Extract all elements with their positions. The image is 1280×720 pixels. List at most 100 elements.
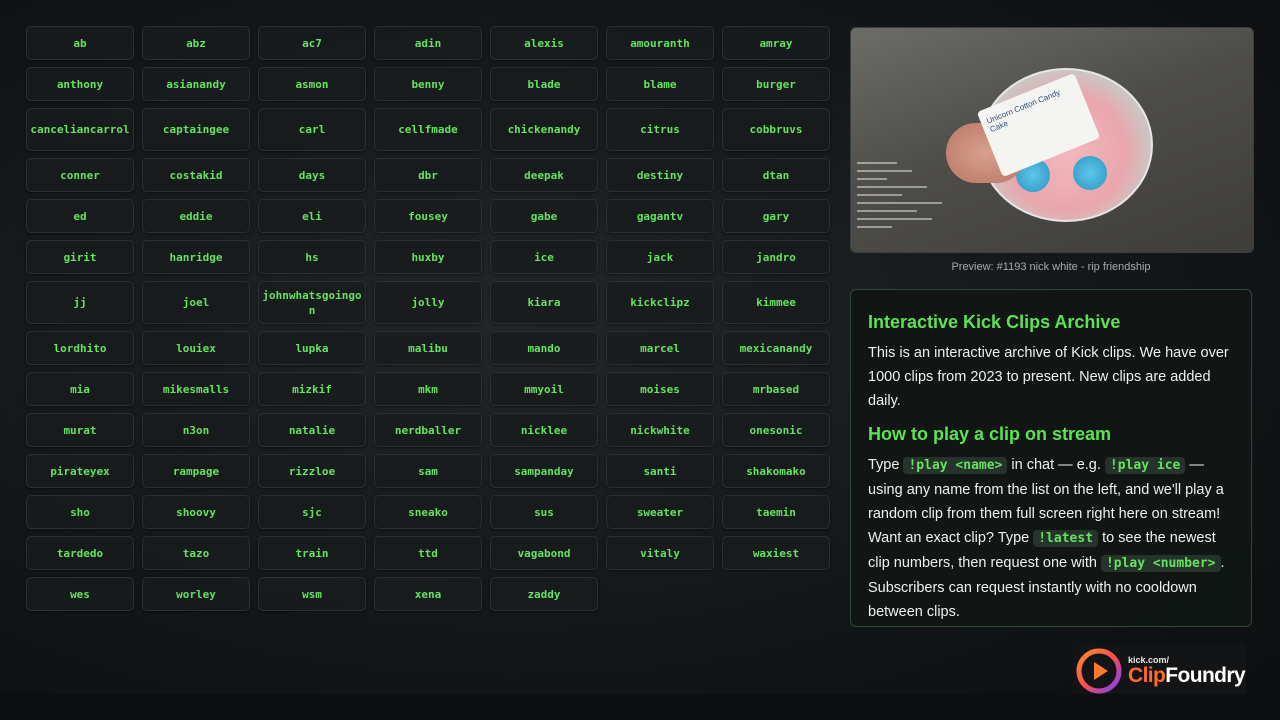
clip-button-days[interactable]: days xyxy=(258,158,366,192)
clip-button-vagabond[interactable]: vagabond xyxy=(490,536,598,570)
clip-button-nickwhite[interactable]: nickwhite xyxy=(606,413,714,447)
clip-button-murat[interactable]: murat xyxy=(26,413,134,447)
clip-button-ac7[interactable]: ac7 xyxy=(258,26,366,60)
clip-button-benny[interactable]: benny xyxy=(374,67,482,101)
clip-button-jolly[interactable]: jolly xyxy=(374,281,482,324)
clip-button-train[interactable]: train xyxy=(258,536,366,570)
clip-button-eddie[interactable]: eddie xyxy=(142,199,250,233)
clip-button-mkm[interactable]: mkm xyxy=(374,372,482,406)
clip-button-asmon[interactable]: asmon xyxy=(258,67,366,101)
clip-button-santi[interactable]: santi xyxy=(606,454,714,488)
clip-button-citrus[interactable]: citrus xyxy=(606,108,714,151)
clip-button-mmyoil[interactable]: mmyoil xyxy=(490,372,598,406)
clip-button-gary[interactable]: gary xyxy=(722,199,830,233)
clip-button-tardedo[interactable]: tardedo xyxy=(26,536,134,570)
clip-button-joel[interactable]: joel xyxy=(142,281,250,324)
clip-button-blame[interactable]: blame xyxy=(606,67,714,101)
clip-button-huxby[interactable]: huxby xyxy=(374,240,482,274)
preview-caption: Preview: #1193 nick white - rip friendsh… xyxy=(951,261,1151,273)
clip-button-nerdballer[interactable]: nerdballer xyxy=(374,413,482,447)
clip-button-girit[interactable]: girit xyxy=(26,240,134,274)
clip-button-blade[interactable]: blade xyxy=(490,67,598,101)
clip-button-wsm[interactable]: wsm xyxy=(258,577,366,611)
clip-button-gabe[interactable]: gabe xyxy=(490,199,598,233)
clip-preview-video[interactable]: Unicorn Cotton Candy Cake xyxy=(850,27,1254,253)
clip-button-costakid[interactable]: costakid xyxy=(142,158,250,192)
clip-button-mikesmalls[interactable]: mikesmalls xyxy=(142,372,250,406)
clip-button-mexicanandy[interactable]: mexicanandy xyxy=(722,331,830,365)
clip-button-sam[interactable]: sam xyxy=(374,454,482,488)
clip-button-jandro[interactable]: jandro xyxy=(722,240,830,274)
clip-button-sweater[interactable]: sweater xyxy=(606,495,714,529)
clip-button-hs[interactable]: hs xyxy=(258,240,366,274)
clip-button-lordhito[interactable]: lordhito xyxy=(26,331,134,365)
clip-button-mia[interactable]: mia xyxy=(26,372,134,406)
command-latest: !latest xyxy=(1033,530,1099,547)
clip-button-vitaly[interactable]: vitaly xyxy=(606,536,714,570)
clip-button-waxiest[interactable]: waxiest xyxy=(722,536,830,570)
clip-button-abz[interactable]: abz xyxy=(142,26,250,60)
clip-button-cellfmade[interactable]: cellfmade xyxy=(374,108,482,151)
clip-button-onesonic[interactable]: onesonic xyxy=(722,413,830,447)
clip-button-amray[interactable]: amray xyxy=(722,26,830,60)
clip-button-kiara[interactable]: kiara xyxy=(490,281,598,324)
clip-button-mando[interactable]: mando xyxy=(490,331,598,365)
clip-button-rizzloe[interactable]: rizzloe xyxy=(258,454,366,488)
clip-button-ab[interactable]: ab xyxy=(26,26,134,60)
clip-button-tazo[interactable]: tazo xyxy=(142,536,250,570)
clip-button-lupka[interactable]: lupka xyxy=(258,331,366,365)
clip-button-nicklee[interactable]: nicklee xyxy=(490,413,598,447)
clip-button-adin[interactable]: adin xyxy=(374,26,482,60)
clip-button-fousey[interactable]: fousey xyxy=(374,199,482,233)
clip-button-louiex[interactable]: louiex xyxy=(142,331,250,365)
clip-button-ice[interactable]: ice xyxy=(490,240,598,274)
clip-button-captaingee[interactable]: captaingee xyxy=(142,108,250,151)
clip-button-worley[interactable]: worley xyxy=(142,577,250,611)
clip-button-gagantv[interactable]: gagantv xyxy=(606,199,714,233)
clip-button-mrbased[interactable]: mrbased xyxy=(722,372,830,406)
clip-button-marcel[interactable]: marcel xyxy=(606,331,714,365)
clip-button-shoovy[interactable]: shoovy xyxy=(142,495,250,529)
clip-button-cobbruvs[interactable]: cobbruvs xyxy=(722,108,830,151)
clip-button-n3on[interactable]: n3on xyxy=(142,413,250,447)
clip-button-eli[interactable]: eli xyxy=(258,199,366,233)
clip-button-carl[interactable]: carl xyxy=(258,108,366,151)
clip-button-deepak[interactable]: deepak xyxy=(490,158,598,192)
clip-button-malibu[interactable]: malibu xyxy=(374,331,482,365)
clip-button-jj[interactable]: jj xyxy=(26,281,134,324)
clip-button-sjc[interactable]: sjc xyxy=(258,495,366,529)
clip-button-sneako[interactable]: sneako xyxy=(374,495,482,529)
clip-button-sampanday[interactable]: sampanday xyxy=(490,454,598,488)
clip-button-natalie[interactable]: natalie xyxy=(258,413,366,447)
clip-button-amouranth[interactable]: amouranth xyxy=(606,26,714,60)
clip-button-asianandy[interactable]: asianandy xyxy=(142,67,250,101)
clip-button-mizkif[interactable]: mizkif xyxy=(258,372,366,406)
clip-button-xena[interactable]: xena xyxy=(374,577,482,611)
clip-button-anthony[interactable]: anthony xyxy=(26,67,134,101)
clip-button-sus[interactable]: sus xyxy=(490,495,598,529)
clip-button-moises[interactable]: moises xyxy=(606,372,714,406)
clip-button-rampage[interactable]: rampage xyxy=(142,454,250,488)
clip-button-kickclipz[interactable]: kickclipz xyxy=(606,281,714,324)
clip-button-shakomako[interactable]: shakomako xyxy=(722,454,830,488)
clip-button-ttd[interactable]: ttd xyxy=(374,536,482,570)
clip-button-ed[interactable]: ed xyxy=(26,199,134,233)
clip-button-hanridge[interactable]: hanridge xyxy=(142,240,250,274)
clip-button-chickenandy[interactable]: chickenandy xyxy=(490,108,598,151)
clip-button-alexis[interactable]: alexis xyxy=(490,26,598,60)
clip-button-sho[interactable]: sho xyxy=(26,495,134,529)
clip-button-kimmee[interactable]: kimmee xyxy=(722,281,830,324)
clip-button-wes[interactable]: wes xyxy=(26,577,134,611)
clip-button-dbr[interactable]: dbr xyxy=(374,158,482,192)
clip-button-johnwhatsgoingon[interactable]: johnwhatsgoingon xyxy=(258,281,366,324)
clip-button-conner[interactable]: conner xyxy=(26,158,134,192)
clip-button-dtan[interactable]: dtan xyxy=(722,158,830,192)
clip-button-canceliancarrol[interactable]: canceliancarrol xyxy=(26,108,134,151)
clip-button-destiny[interactable]: destiny xyxy=(606,158,714,192)
clip-button-zaddy[interactable]: zaddy xyxy=(490,577,598,611)
clip-button-pirateyex[interactable]: pirateyex xyxy=(26,454,134,488)
clip-button-jack[interactable]: jack xyxy=(606,240,714,274)
bottom-bar xyxy=(0,694,1280,720)
clip-button-taemin[interactable]: taemin xyxy=(722,495,830,529)
clip-button-burger[interactable]: burger xyxy=(722,67,830,101)
